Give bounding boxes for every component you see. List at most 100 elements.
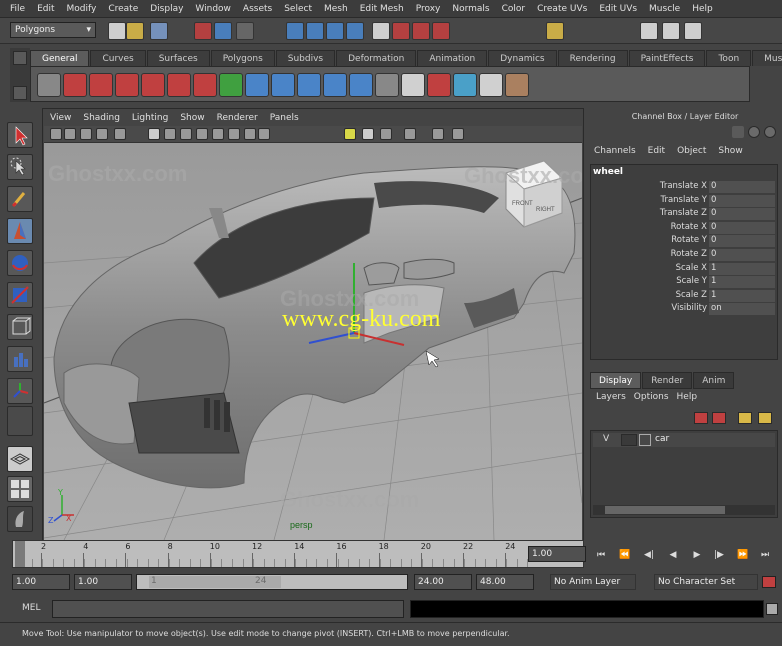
- layer-menu-help[interactable]: Help: [673, 392, 702, 402]
- channel-menu-object[interactable]: Object: [671, 146, 712, 160]
- default-lighting-icon[interactable]: [196, 128, 208, 140]
- textured-icon[interactable]: [228, 128, 240, 140]
- help-icon[interactable]: [63, 73, 87, 97]
- shade-all-icon[interactable]: [180, 128, 192, 140]
- isolate-select-icon[interactable]: [404, 128, 416, 140]
- menu-modify[interactable]: Modify: [61, 4, 103, 14]
- xray-components-icon[interactable]: [452, 128, 464, 140]
- layer-type-toggle[interactable]: [621, 434, 637, 446]
- character-set-dropdown[interactable]: No Character Set: [654, 574, 758, 590]
- channel-row-rotate-y[interactable]: Rotate Y0: [591, 235, 777, 248]
- channel-row-translate-z[interactable]: Translate Z0: [591, 208, 777, 221]
- menu-create-uvs[interactable]: Create UVs: [531, 4, 593, 14]
- current-frame-field[interactable]: 1.00: [528, 546, 586, 562]
- render-icon[interactable]: [115, 73, 139, 97]
- new-layer-from-selection-icon[interactable]: [694, 412, 708, 424]
- use-all-lights-icon[interactable]: [344, 128, 356, 140]
- playback-end-field[interactable]: 48.00: [476, 574, 534, 590]
- play-backwards-button[interactable]: ◀: [666, 548, 680, 562]
- paint-select-tool-icon[interactable]: [7, 186, 33, 212]
- four-view-layout-icon[interactable]: [7, 476, 33, 502]
- snap-curve-icon[interactable]: [306, 22, 324, 40]
- menu-mesh[interactable]: Mesh: [318, 4, 354, 14]
- layer-tab-render[interactable]: Render: [642, 372, 693, 389]
- channel-value[interactable]: 0: [709, 181, 775, 193]
- layer-menu-layers[interactable]: Layers: [592, 392, 630, 402]
- joint-tool-icon[interactable]: [271, 73, 295, 97]
- redo-icon[interactable]: [219, 73, 243, 97]
- grid-toggle-icon[interactable]: [96, 128, 108, 140]
- show-channel-box-icon[interactable]: [640, 22, 658, 40]
- channel-value[interactable]: 0: [709, 208, 775, 221]
- smooth-shade-icon[interactable]: [164, 128, 176, 140]
- new-scene-icon[interactable]: [108, 22, 126, 40]
- anim-end-field[interactable]: 24.00: [414, 574, 472, 590]
- channel-box-toggle-icon[interactable]: [732, 126, 744, 138]
- step-forward-frame-button[interactable]: ⏩: [736, 548, 750, 562]
- rotate-tool-icon[interactable]: [7, 250, 33, 276]
- channel-row-translate-x[interactable]: Translate X0: [591, 181, 777, 194]
- channel-menu-edit[interactable]: Edit: [642, 146, 671, 160]
- menu-edit-mesh[interactable]: Edit Mesh: [354, 4, 410, 14]
- shelf-tab-surfaces[interactable]: Surfaces: [146, 50, 210, 66]
- universal-manip-icon[interactable]: [7, 314, 33, 340]
- channel-menu-channels[interactable]: Channels: [588, 146, 642, 160]
- command-language-label[interactable]: MEL: [22, 603, 40, 613]
- hypershade-icon[interactable]: [546, 22, 564, 40]
- command-input[interactable]: [52, 600, 404, 618]
- ipr-render-icon[interactable]: [412, 22, 430, 40]
- shelf-tab-painteffects[interactable]: PaintEffects: [628, 50, 706, 66]
- layer-list-scroll-thumb[interactable]: [605, 506, 725, 514]
- channel-value[interactable]: 0: [709, 221, 775, 234]
- anim-start-field[interactable]: 1.00: [74, 574, 132, 590]
- show-manip-icon[interactable]: [7, 378, 33, 404]
- snap-grid-icon[interactable]: [286, 22, 304, 40]
- menu-set-dropdown[interactable]: Polygons ▾: [10, 22, 96, 38]
- move-tool-icon[interactable]: [7, 218, 33, 244]
- paint-weights-icon[interactable]: [427, 73, 451, 97]
- xray-icon[interactable]: [212, 128, 224, 140]
- shelf-tab-general[interactable]: General: [30, 50, 90, 66]
- auto-key-icon[interactable]: [762, 576, 776, 588]
- shelf-tab-muscle[interactable]: Muscle: [752, 50, 782, 66]
- soft-mod-tool-icon[interactable]: [7, 346, 33, 372]
- artisan-icon[interactable]: [505, 73, 529, 97]
- select-object-icon[interactable]: [214, 22, 232, 40]
- shelf-tab-rendering[interactable]: Rendering: [557, 50, 628, 66]
- render-view-icon[interactable]: [37, 73, 61, 97]
- layer-row-car[interactable]: V car: [593, 433, 775, 447]
- select-hierarchy-icon[interactable]: [194, 22, 212, 40]
- menu-help[interactable]: Help: [686, 4, 719, 14]
- channel-row-scale-x[interactable]: Scale X1: [591, 262, 777, 276]
- layer-tab-display[interactable]: Display: [590, 372, 642, 389]
- channel-row-rotate-z[interactable]: Rotate Z0: [591, 249, 777, 262]
- new-empty-layer-icon[interactable]: [712, 412, 726, 424]
- viewport-menu-view[interactable]: View: [44, 113, 77, 123]
- channel-value[interactable]: 1: [709, 276, 775, 289]
- shelf-tab-polygons[interactable]: Polygons: [210, 50, 275, 66]
- channel-row-rotate-x[interactable]: Rotate X0: [591, 221, 777, 235]
- show-tool-settings-icon[interactable]: [684, 22, 702, 40]
- shelf-tab-curves[interactable]: Curves: [90, 50, 146, 66]
- select-component-icon[interactable]: [236, 22, 254, 40]
- shelf-tab-menu-icon[interactable]: [13, 51, 27, 65]
- perspective-viewport[interactable]: FRONT RIGHT Ghostxx.com Ghostxx.com Ghos…: [44, 143, 582, 540]
- anim-layer-dropdown[interactable]: No Anim Layer: [550, 574, 636, 590]
- channel-value[interactable]: 0: [709, 235, 775, 248]
- menu-edit[interactable]: Edit: [31, 4, 60, 14]
- go-to-start-button[interactable]: ⏮: [594, 548, 608, 562]
- go-to-end-button[interactable]: ⏭: [758, 548, 772, 562]
- shelf-options-icon[interactable]: [13, 86, 27, 100]
- shadows-icon[interactable]: [362, 128, 374, 140]
- shelf-tab-deformation[interactable]: Deformation: [336, 50, 417, 66]
- open-scene-icon[interactable]: [126, 22, 144, 40]
- select-tool-icon[interactable]: [7, 122, 33, 148]
- render-settings-icon[interactable]: [432, 22, 450, 40]
- render-current-icon[interactable]: [392, 22, 410, 40]
- step-forward-key-button[interactable]: |▶: [712, 548, 726, 562]
- xray-joints-icon[interactable]: [432, 128, 444, 140]
- viewport-menu-lighting[interactable]: Lighting: [126, 113, 174, 123]
- menu-proxy[interactable]: Proxy: [410, 4, 447, 14]
- menu-file[interactable]: File: [4, 4, 31, 14]
- last-tool-slot[interactable]: [7, 406, 33, 436]
